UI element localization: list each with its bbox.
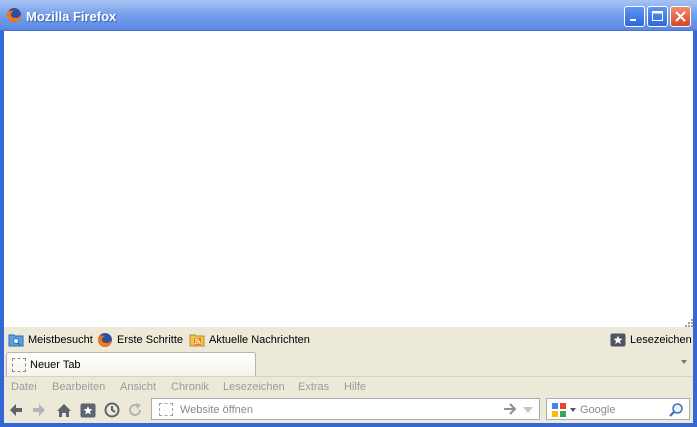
window-title: Mozilla Firefox bbox=[26, 9, 117, 24]
google-icon[interactable] bbox=[551, 402, 567, 418]
search-magnifier-icon[interactable] bbox=[668, 402, 684, 418]
bookmark-star-icon bbox=[610, 333, 626, 346]
menu-bearbeiten[interactable]: Bearbeiten bbox=[52, 381, 105, 393]
history-button[interactable] bbox=[102, 400, 122, 420]
close-button[interactable] bbox=[670, 6, 691, 27]
menu-hilfe[interactable]: Hilfe bbox=[344, 381, 366, 393]
menu-datei[interactable]: Datei bbox=[11, 381, 37, 393]
bookmarks-menu-button[interactable]: Lesezeichen bbox=[610, 331, 692, 348]
browser-chrome: Meistbesucht Erste Schritte Aktuelle Nac… bbox=[4, 327, 693, 423]
bookmarks-menu-label: Lesezeichen bbox=[630, 333, 692, 346]
search-bar[interactable] bbox=[546, 398, 690, 420]
firefox-window: Mozilla Firefox Meistbesucht Erste Schri… bbox=[0, 0, 697, 427]
page-content-area[interactable] bbox=[4, 31, 693, 327]
bookmarks-toolbar: Meistbesucht Erste Schritte Aktuelle Nac… bbox=[4, 327, 693, 351]
close-icon bbox=[675, 11, 686, 22]
rss-feed-icon bbox=[189, 334, 205, 346]
back-button[interactable] bbox=[6, 400, 26, 420]
maximize-icon bbox=[652, 11, 663, 21]
reload-button[interactable] bbox=[125, 400, 145, 420]
minimize-icon bbox=[630, 19, 636, 21]
bookmark-label: Erste Schritte bbox=[117, 333, 184, 346]
window-frame-bottom bbox=[0, 423, 697, 427]
url-history-dropdown-icon[interactable] bbox=[523, 407, 533, 413]
tab-label: Neuer Tab bbox=[30, 359, 81, 371]
bookmark-label: Meistbesucht bbox=[28, 333, 93, 346]
reload-icon bbox=[129, 403, 141, 416]
menu-chronik[interactable]: Chronik bbox=[171, 381, 209, 393]
bookmarks-sidebar-button[interactable] bbox=[78, 400, 98, 420]
bookmark-meistbesucht[interactable]: Meistbesucht bbox=[8, 331, 93, 348]
firefox-icon bbox=[7, 8, 21, 22]
window-frame-right bbox=[693, 31, 697, 427]
home-button[interactable] bbox=[54, 400, 74, 420]
page-favicon-icon bbox=[159, 403, 173, 416]
title-bar[interactable]: Mozilla Firefox bbox=[0, 0, 697, 31]
forward-arrow-icon bbox=[33, 404, 45, 416]
bookmark-aktuelle-nachrichten[interactable]: Aktuelle Nachrichten bbox=[189, 331, 310, 348]
menu-lesezeichen[interactable]: Lesezeichen bbox=[223, 381, 285, 393]
url-bar[interactable] bbox=[151, 398, 540, 420]
menu-bar: Datei Bearbeiten Ansicht Chronik Lesezei… bbox=[4, 376, 693, 396]
list-all-tabs-icon[interactable] bbox=[681, 360, 687, 364]
menu-ansicht[interactable]: Ansicht bbox=[120, 381, 156, 393]
url-input[interactable] bbox=[180, 402, 490, 417]
bookmark-label: Aktuelle Nachrichten bbox=[209, 333, 310, 346]
home-icon bbox=[57, 403, 71, 417]
resize-grip-icon[interactable] bbox=[683, 317, 693, 327]
menu-extras[interactable]: Extras bbox=[298, 381, 329, 393]
back-arrow-icon bbox=[10, 404, 22, 416]
blank-page-icon bbox=[12, 358, 26, 372]
go-arrow-icon[interactable] bbox=[503, 403, 517, 415]
tab-strip: Neuer Tab bbox=[4, 351, 693, 376]
search-input[interactable] bbox=[580, 402, 666, 417]
search-engine-dropdown-icon[interactable] bbox=[570, 408, 576, 412]
minimize-button[interactable] bbox=[624, 6, 645, 27]
maximize-button[interactable] bbox=[647, 6, 668, 27]
forward-button[interactable] bbox=[29, 400, 49, 420]
firefox-icon bbox=[98, 332, 112, 347]
bookmarks-icon bbox=[80, 403, 96, 417]
bookmark-erste-schritte[interactable]: Erste Schritte bbox=[97, 331, 183, 348]
smart-folder-icon bbox=[8, 334, 24, 346]
navigation-toolbar bbox=[4, 396, 693, 423]
tab-neuer-tab[interactable]: Neuer Tab bbox=[6, 352, 256, 376]
history-icon bbox=[104, 402, 120, 418]
